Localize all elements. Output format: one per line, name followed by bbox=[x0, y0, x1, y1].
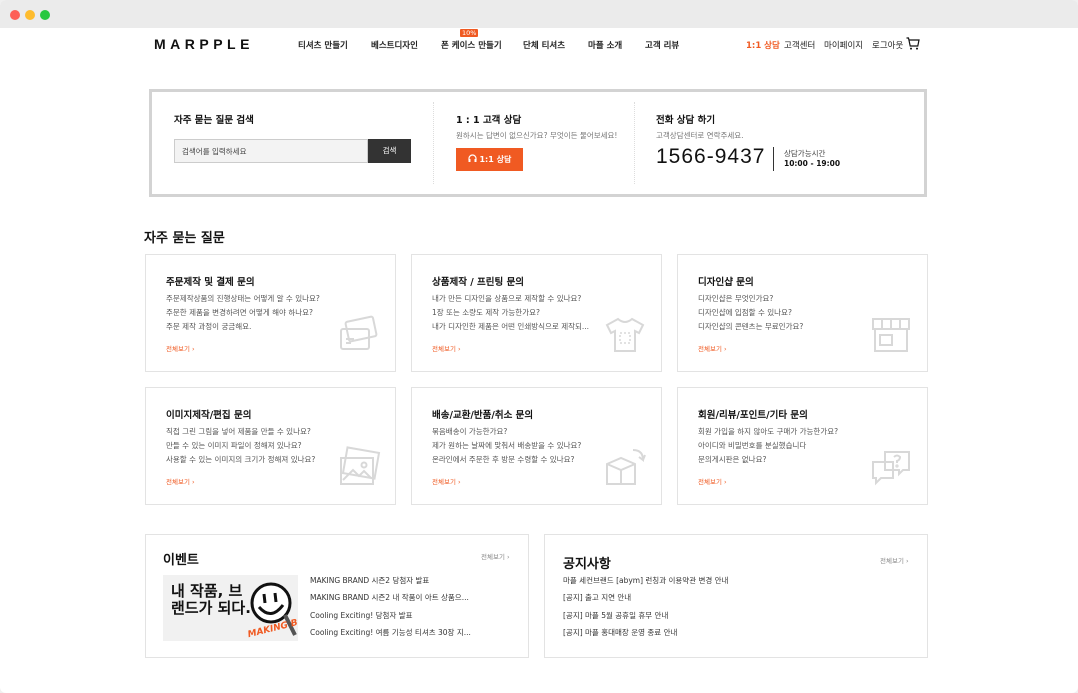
divider bbox=[433, 102, 434, 184]
minimize-window-button[interactable] bbox=[25, 10, 35, 20]
nav-about[interactable]: 마플 소개 bbox=[588, 39, 622, 51]
view-all-link[interactable]: 전체보기 › bbox=[166, 476, 195, 486]
faq-card-delivery[interactable]: 배송/교환/반품/취소 문의 묶음배송이 가능한가요? 제가 원하는 날짜에 맞… bbox=[411, 387, 662, 505]
view-all-link[interactable]: 전체보기 › bbox=[432, 343, 461, 353]
tshirt-icon bbox=[605, 317, 645, 352]
nav-group-tshirt[interactable]: 단체 티셔츠 bbox=[523, 39, 565, 51]
card-title: 이미지제작/편집 문의 bbox=[166, 410, 252, 421]
divider bbox=[773, 147, 774, 171]
event-item[interactable]: MAKING BRAND 시즌2 내 작품이 아트 상품으... bbox=[310, 592, 469, 603]
view-all-link[interactable]: 전체보기 › bbox=[432, 476, 461, 486]
headset-icon bbox=[468, 154, 477, 162]
chat-question-icon bbox=[872, 451, 910, 486]
browser-window: MARPPLE 티셔츠 만들기 베스트디자인 10% 폰 케이스 만들기 단체 … bbox=[0, 0, 1078, 693]
event-item[interactable]: Cooling Exciting! 여름 기능성 티셔츠 30장 지... bbox=[310, 627, 471, 638]
view-all-link[interactable]: 전체보기 › bbox=[698, 343, 727, 353]
phone-title: 전화 상담 하기 bbox=[656, 115, 716, 126]
event-banner-image[interactable]: 내 작품, 브랜드가 되다. MAKING BRAND bbox=[163, 575, 298, 641]
notice-item[interactable]: [공지] 출고 지연 안내 bbox=[563, 592, 631, 603]
phone-subtitle: 고객상담센터로 연락주세요. bbox=[656, 131, 744, 140]
faq-question[interactable]: 내가 만든 디자인을 상품으로 제작할 수 있나요? bbox=[432, 293, 581, 304]
faq-question[interactable]: 묶음배송이 가능한가요? bbox=[432, 426, 507, 437]
faq-question[interactable]: 온라인에서 주문한 후 방문 수령할 수 있나요? bbox=[432, 454, 574, 465]
smiley-icon: MAKING BRAND bbox=[247, 582, 297, 639]
faq-card-image[interactable]: 이미지제작/편집 문의 직접 그린 그림을 넣어 제품을 만들 수 있나요? 만… bbox=[145, 387, 396, 505]
faq-heading: 자주 묻는 질문 bbox=[144, 231, 225, 246]
box-return-icon bbox=[606, 449, 646, 485]
util-customer-center[interactable]: 고객센터 bbox=[784, 39, 815, 51]
faq-search-title: 자주 묻는 질문 검색 bbox=[174, 115, 254, 126]
faq-question[interactable]: 직접 그린 그림을 넣어 제품을 만들 수 있나요? bbox=[166, 426, 311, 437]
notice-item[interactable]: 마플 세컨브랜드 [abym] 런칭과 이용약관 변경 안내 bbox=[563, 575, 728, 586]
faq-card-member[interactable]: 회원/리뷰/포인트/기타 문의 회원 가입을 하지 않아도 구매가 가능한가요?… bbox=[677, 387, 928, 505]
faq-card-order[interactable]: 주문제작 및 결제 문의 주문제작상품의 진행상태는 어떻게 알 수 있나요? … bbox=[145, 254, 396, 372]
faq-question[interactable]: 1장 또는 소량도 제작 가능한가요? bbox=[432, 307, 540, 318]
chat-button-label: 1:1 상담 bbox=[479, 155, 512, 164]
faq-question[interactable]: 사용할 수 있는 이미지의 크기가 정해져 있나요? bbox=[166, 454, 315, 465]
chat-button[interactable]: 1:1 상담 bbox=[456, 148, 523, 171]
faq-card-designshop[interactable]: 디자인샵 문의 디자인샵은 무엇인가요? 디자인샵에 입점할 수 있나요? 디자… bbox=[677, 254, 928, 372]
hours-label: 상담가능시간 bbox=[784, 149, 826, 158]
faq-search-input[interactable] bbox=[174, 139, 368, 163]
card-title: 디자인샵 문의 bbox=[698, 277, 754, 288]
discount-badge: 10% bbox=[460, 29, 479, 37]
events-title: 이벤트 bbox=[163, 553, 199, 568]
support-box: 자주 묻는 질문 검색 검색 1 : 1 고객 상담 원하시는 답변이 없으신가… bbox=[149, 89, 927, 197]
event-item[interactable]: Cooling Exciting! 당첨자 발표 bbox=[310, 610, 413, 621]
faq-question[interactable]: 내가 디자인한 제품은 어떤 인쇄방식으로 제작되... bbox=[432, 321, 589, 332]
util-chat-link[interactable]: 1:1 상담 bbox=[746, 39, 780, 51]
maximize-window-button[interactable] bbox=[40, 10, 50, 20]
chat-subtitle: 원하시는 답변이 없으신가요? 무엇이든 물어보세요! bbox=[456, 131, 618, 140]
faq-question[interactable]: 디자인샵의 콘텐츠는 무료인가요? bbox=[698, 321, 803, 332]
faq-question[interactable]: 디자인샵은 무엇인가요? bbox=[698, 293, 773, 304]
hours-value: 10:00 - 19:00 bbox=[784, 159, 841, 168]
site-header: MARPPLE 티셔츠 만들기 베스트디자인 10% 폰 케이스 만들기 단체 … bbox=[0, 28, 1078, 60]
notice-item[interactable]: [공지] 마플 5월 공휴일 휴무 안내 bbox=[563, 610, 668, 621]
faq-question[interactable]: 문의게시판은 없나요? bbox=[698, 454, 766, 465]
faq-question[interactable]: 디자인샵에 입점할 수 있나요? bbox=[698, 307, 792, 318]
chat-title: 1 : 1 고객 상담 bbox=[456, 115, 522, 126]
util-mypage[interactable]: 마이페이지 bbox=[824, 39, 863, 51]
card-title: 주문제작 및 결제 문의 bbox=[166, 277, 255, 288]
notices-title: 공지사항 bbox=[563, 557, 611, 572]
divider bbox=[634, 102, 635, 184]
card-title: 회원/리뷰/포인트/기타 문의 bbox=[698, 410, 808, 421]
notices-panel: 공지사항 전체보기 › 마플 세컨브랜드 [abym] 런칭과 이용약관 변경 … bbox=[544, 534, 928, 658]
faq-question[interactable]: 제가 원하는 날짜에 맞춰서 배송받을 수 있나요? bbox=[432, 440, 581, 451]
event-banner-text: 내 작품, 브랜드가 되다. bbox=[171, 582, 251, 617]
faq-question[interactable]: 주문한 제품을 변경하려면 어떻게 해야 하나요? bbox=[166, 307, 313, 318]
faq-question[interactable]: 회원 가입을 하지 않아도 구매가 가능한가요? bbox=[698, 426, 838, 437]
faq-question[interactable]: 주문 제작 과정이 궁금해요. bbox=[166, 321, 251, 332]
event-item[interactable]: MAKING BRAND 시즌2 당첨자 발표 bbox=[310, 575, 429, 586]
faq-question[interactable]: 만들 수 있는 이미지 파일이 정해져 있나요? bbox=[166, 440, 302, 451]
view-all-link[interactable]: 전체보기 › bbox=[698, 476, 727, 486]
cart-icon[interactable] bbox=[906, 37, 920, 50]
notice-item[interactable]: [공지] 마플 홍대매장 운영 종료 안내 bbox=[563, 627, 677, 638]
util-logout[interactable]: 로그아웃 bbox=[872, 39, 903, 51]
nav-best-design[interactable]: 베스트디자인 bbox=[371, 39, 418, 51]
browser-chrome bbox=[0, 0, 1078, 28]
faq-question[interactable]: 주문제작상품의 진행상태는 어떻게 알 수 있나요? bbox=[166, 293, 320, 304]
nav-phone-case[interactable]: 폰 케이스 만들기 bbox=[441, 39, 502, 51]
phone-number: 1566-9437 bbox=[656, 145, 766, 168]
view-all-link[interactable]: 전체보기 › bbox=[166, 343, 195, 353]
marpple-logo[interactable]: MARPPLE bbox=[154, 36, 254, 52]
nav-tshirt-make[interactable]: 티셔츠 만들기 bbox=[298, 39, 348, 51]
card-title: 상품제작 / 프린팅 문의 bbox=[432, 277, 525, 288]
notices-view-all[interactable]: 전체보기 › bbox=[880, 555, 909, 565]
events-panel: 이벤트 전체보기 › 내 작품, 브랜드가 되다. MAKING BRAND M… bbox=[145, 534, 529, 658]
shop-icon bbox=[872, 318, 910, 352]
close-window-button[interactable] bbox=[10, 10, 20, 20]
image-icon bbox=[340, 446, 381, 485]
events-view-all[interactable]: 전체보기 › bbox=[481, 551, 510, 561]
payment-card-icon bbox=[340, 315, 378, 350]
search-button[interactable]: 검색 bbox=[368, 139, 411, 163]
faq-question[interactable]: 아이디와 비밀번호를 분실했습니다 bbox=[698, 440, 806, 451]
card-title: 배송/교환/반품/취소 문의 bbox=[432, 410, 534, 421]
nav-reviews[interactable]: 고객 리뷰 bbox=[645, 39, 679, 51]
faq-card-product[interactable]: 상품제작 / 프린팅 문의 내가 만든 디자인을 상품으로 제작할 수 있나요?… bbox=[411, 254, 662, 372]
